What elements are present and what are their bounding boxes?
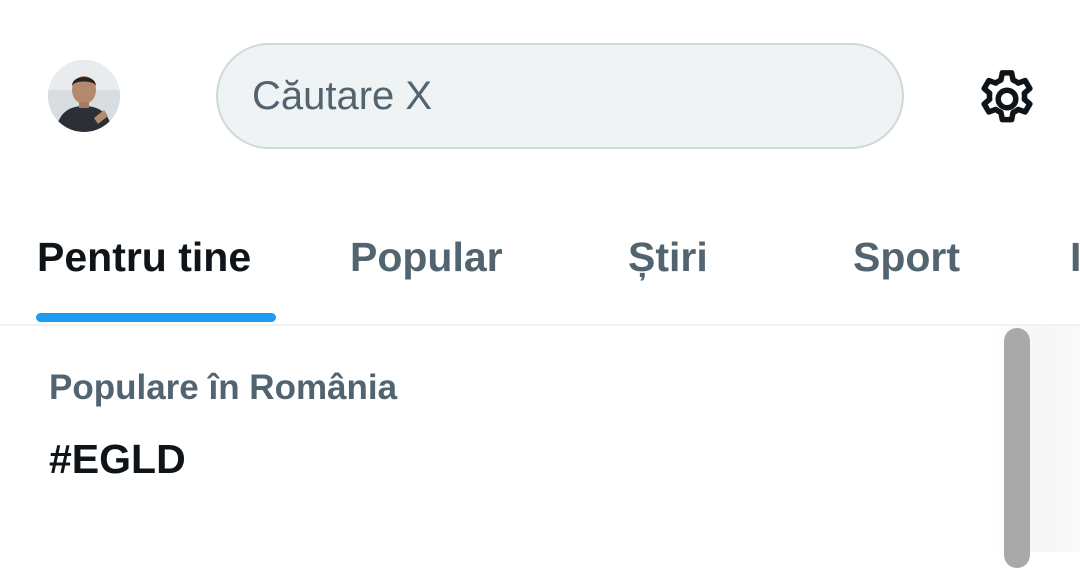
tab-label: Sport — [853, 234, 961, 280]
trend-name[interactable]: #EGLD — [49, 436, 186, 483]
avatar[interactable] — [48, 60, 120, 132]
profile-photo — [48, 60, 120, 132]
gear-icon — [981, 70, 1033, 123]
scrollbar-thumb[interactable] — [1004, 328, 1030, 568]
active-tab-indicator — [36, 313, 276, 322]
search-bar[interactable] — [216, 43, 904, 149]
tab-label: I — [1070, 234, 1080, 280]
tab-label: Știri — [628, 234, 708, 280]
tab-bar: Pentru tine Popular Știri Sport I — [0, 200, 1080, 326]
settings-button[interactable] — [972, 64, 1042, 134]
tab-label: Popular — [350, 234, 503, 280]
trend-context: Populare în România — [49, 368, 398, 407]
tab-label: Pentru tine — [37, 234, 252, 280]
search-input[interactable] — [252, 45, 852, 147]
